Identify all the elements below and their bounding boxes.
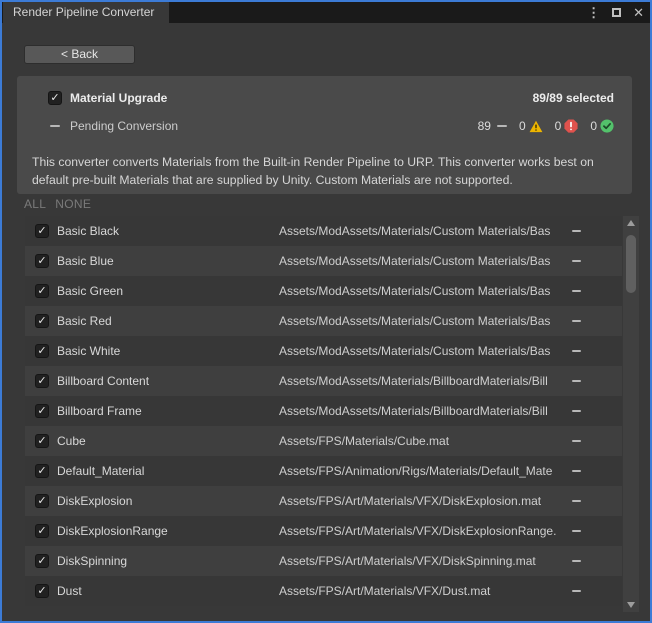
material-path: Assets/ModAssets/Materials/Custom Materi… [279,254,565,268]
scrollbar-thumb[interactable] [626,235,636,293]
window-title: Render Pipeline Converter [13,5,154,19]
material-name: Basic Green [57,284,123,298]
material-checkbox[interactable]: ✓ [35,584,49,598]
material-name: DiskExplosionRange [57,524,168,538]
material-path: Assets/ModAssets/Materials/Custom Materi… [279,314,565,328]
material-path: Assets/FPS/Art/Materials/VFX/DiskExplosi… [279,494,565,508]
material-path: Assets/FPS/Art/Materials/VFX/DiskSpinnin… [279,554,565,568]
converter-checkbox[interactable]: ✓ [48,91,62,105]
pending-dash-icon [50,125,60,127]
materials-list: ✓ Basic Black Assets/ModAssets/Materials… [25,216,622,606]
window-tab[interactable]: Render Pipeline Converter [3,2,169,23]
converter-description: This converter converts Materials from t… [32,153,618,189]
back-button[interactable]: < Back [24,45,135,64]
material-status-dash-icon [572,590,581,592]
material-path: Assets/ModAssets/Materials/Custom Materi… [279,344,565,358]
material-status-dash-icon [572,410,581,412]
material-path: Assets/ModAssets/Materials/Custom Materi… [279,224,565,238]
error-icon [564,119,578,133]
material-checkbox[interactable]: ✓ [35,404,49,418]
material-row[interactable]: ✓ DiskExplosionRange Assets/FPS/Art/Mate… [25,516,622,546]
material-status-dash-icon [572,500,581,502]
error-count: 0 [555,119,562,133]
material-path: Assets/ModAssets/Materials/BillboardMate… [279,404,565,418]
material-checkbox[interactable]: ✓ [35,344,49,358]
window-menu-icon[interactable]: ⋮ [587,5,600,21]
selected-count: 89/89 selected [533,91,614,105]
material-path: Assets/FPS/Art/Materials/VFX/Dust.mat [279,584,565,598]
pending-conversion-label: Pending Conversion [70,119,178,133]
render-pipeline-converter-window: Render Pipeline Converter ⋮ ✕ < Back ✓ M… [0,0,652,623]
material-status-dash-icon [572,260,581,262]
material-row[interactable]: ✓ DiskSpinning Assets/FPS/Art/Materials/… [25,546,622,576]
material-row[interactable]: ✓ Billboard Frame Assets/ModAssets/Mater… [25,396,622,426]
material-checkbox[interactable]: ✓ [35,554,49,568]
material-name: Default_Material [57,464,144,478]
pending-icon [497,125,507,127]
warning-count: 0 [519,119,526,133]
material-status-dash-icon [572,230,581,232]
pending-conversion-row[interactable]: Pending Conversion 89 0 0 [17,118,614,134]
material-path: Assets/ModAssets/Materials/BillboardMate… [279,374,565,388]
material-name: Billboard Content [57,374,149,388]
scroll-up-icon[interactable] [627,220,635,226]
material-status-dash-icon [572,440,581,442]
success-icon [600,119,614,133]
scroll-down-icon[interactable] [627,602,635,608]
maximize-icon[interactable] [612,8,621,17]
material-checkbox[interactable]: ✓ [35,464,49,478]
material-checkbox[interactable]: ✓ [35,314,49,328]
material-row[interactable]: ✓ Basic White Assets/ModAssets/Materials… [25,336,622,366]
material-checkbox[interactable]: ✓ [35,224,49,238]
material-status-dash-icon [572,320,581,322]
select-none-button[interactable]: NONE [55,197,91,211]
material-status-dash-icon [572,560,581,562]
material-row[interactable]: ✓ Basic Red Assets/ModAssets/Materials/C… [25,306,622,336]
material-checkbox[interactable]: ✓ [35,254,49,268]
material-status-dash-icon [572,350,581,352]
material-name: DiskExplosion [57,494,132,508]
material-name: DiskSpinning [57,554,127,568]
material-name: Basic Red [57,314,112,328]
list-scrollbar[interactable] [623,216,639,612]
close-icon[interactable]: ✕ [633,2,644,23]
material-row[interactable]: ✓ Dust Assets/FPS/Art/Materials/VFX/Dust… [25,576,622,606]
material-status-dash-icon [572,380,581,382]
material-name: Cube [57,434,86,448]
select-all-button[interactable]: ALL [24,197,46,211]
material-row[interactable]: ✓ DiskExplosion Assets/FPS/Art/Materials… [25,486,622,516]
material-path: Assets/FPS/Animation/Rigs/Materials/Defa… [279,464,565,478]
material-path: Assets/FPS/Materials/Cube.mat [279,434,565,448]
material-status-dash-icon [572,530,581,532]
material-path: Assets/FPS/Art/Materials/VFX/DiskExplosi… [279,524,565,538]
material-status-dash-icon [572,470,581,472]
warning-icon [529,120,543,133]
pending-count: 89 [478,119,491,133]
material-row[interactable]: ✓ Billboard Content Assets/ModAssets/Mat… [25,366,622,396]
material-name: Basic Blue [57,254,114,268]
material-checkbox[interactable]: ✓ [35,284,49,298]
converter-panel: ✓ Material Upgrade 89/89 selected Pendin… [17,76,632,194]
material-row[interactable]: ✓ Cube Assets/FPS/Materials/Cube.mat [25,426,622,456]
material-row[interactable]: ✓ Basic Blue Assets/ModAssets/Materials/… [25,246,622,276]
title-bar: Render Pipeline Converter ⋮ ✕ [2,2,650,23]
material-name: Billboard Frame [57,404,142,418]
success-count: 0 [590,119,597,133]
material-path: Assets/ModAssets/Materials/Custom Materi… [279,284,565,298]
material-checkbox[interactable]: ✓ [35,524,49,538]
material-name: Basic Black [57,224,119,238]
material-row[interactable]: ✓ Default_Material Assets/FPS/Animation/… [25,456,622,486]
material-row[interactable]: ✓ Basic Black Assets/ModAssets/Materials… [25,216,622,246]
material-checkbox[interactable]: ✓ [35,374,49,388]
converter-name: Material Upgrade [70,91,167,105]
material-row[interactable]: ✓ Basic Green Assets/ModAssets/Materials… [25,276,622,306]
material-name: Basic White [57,344,120,358]
material-checkbox[interactable]: ✓ [35,434,49,448]
material-checkbox[interactable]: ✓ [35,494,49,508]
material-status-dash-icon [572,290,581,292]
material-name: Dust [57,584,82,598]
